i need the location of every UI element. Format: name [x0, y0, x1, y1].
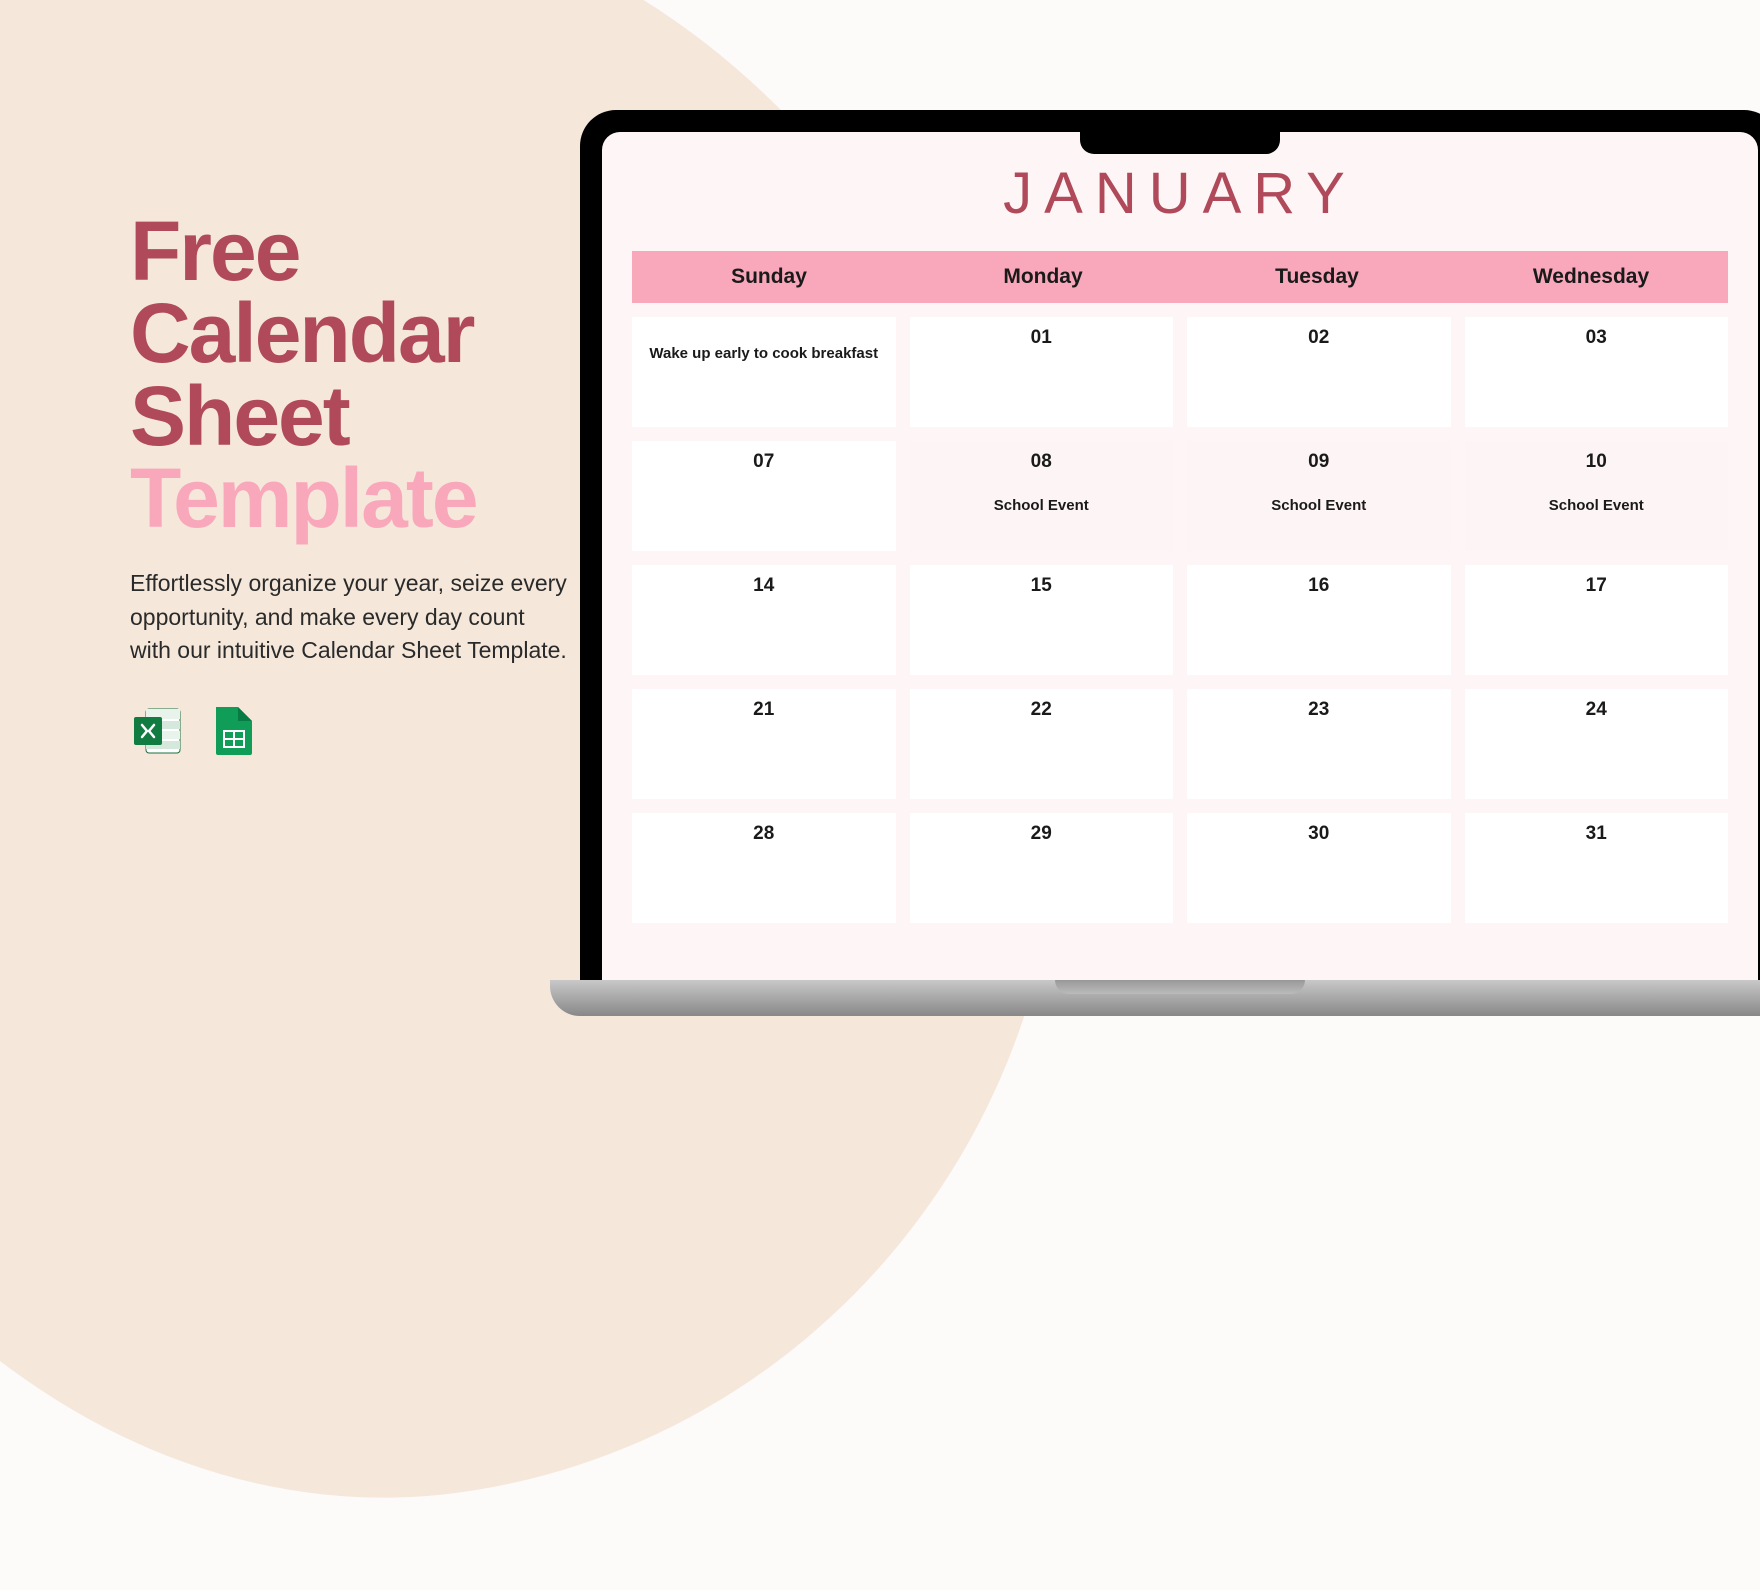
day-cell: 24	[1465, 689, 1729, 799]
promo-panel: Free Calendar Sheet Template Effortlessl…	[130, 210, 570, 759]
day-number: 16	[1308, 575, 1329, 597]
day-cell: 28	[632, 813, 896, 923]
laptop-screen-bezel: JANUARY Sunday Monday Tuesday Wednesday …	[580, 110, 1760, 980]
laptop-notch	[1080, 132, 1280, 154]
day-number: 31	[1586, 823, 1607, 845]
calendar-screen: JANUARY Sunday Monday Tuesday Wednesday …	[602, 132, 1758, 980]
week-row: 14 15 16 17	[632, 565, 1728, 675]
week-row: 21 22 23 24	[632, 689, 1728, 799]
day-event: Wake up early to cook breakfast	[649, 345, 878, 362]
day-number: 21	[753, 699, 774, 721]
promo-title: Free Calendar Sheet Template	[130, 210, 570, 539]
calendar-grid: Wake up early to cook breakfast 01 02 03 07 0…	[602, 303, 1758, 923]
day-cell: 01	[910, 317, 1174, 427]
day-number: 09	[1308, 451, 1329, 473]
title-line-2: Calendar	[130, 292, 570, 374]
day-cell: 29	[910, 813, 1174, 923]
weekday-wednesday: Wednesday	[1454, 251, 1728, 303]
day-number: 01	[1031, 327, 1052, 349]
day-number: 17	[1586, 575, 1607, 597]
title-line-3: Sheet	[130, 375, 570, 457]
weekday-sunday: Sunday	[632, 251, 906, 303]
day-number: 02	[1308, 327, 1329, 349]
day-number: 14	[753, 575, 774, 597]
title-line-4: Template	[130, 457, 570, 539]
day-cell: Wake up early to cook breakfast	[632, 317, 896, 427]
day-cell: 31	[1465, 813, 1729, 923]
laptop-base	[550, 980, 1760, 1016]
google-sheets-icon	[204, 703, 260, 759]
day-number: 28	[753, 823, 774, 845]
day-number: 22	[1031, 699, 1052, 721]
day-cell: 23	[1187, 689, 1451, 799]
day-event: School Event	[994, 497, 1089, 514]
day-number: 29	[1031, 823, 1052, 845]
day-event: School Event	[1549, 497, 1644, 514]
day-number: 10	[1586, 451, 1607, 473]
day-number: 07	[753, 451, 774, 473]
day-event: School Event	[1271, 497, 1366, 514]
title-line-1: Free	[130, 210, 570, 292]
weekday-tuesday: Tuesday	[1180, 251, 1454, 303]
day-cell: 09 School Event	[1187, 441, 1451, 551]
day-number: 30	[1308, 823, 1329, 845]
week-row: 28 29 30 31	[632, 813, 1728, 923]
day-number: 23	[1308, 699, 1329, 721]
format-icons-row	[130, 703, 570, 759]
day-cell: 03	[1465, 317, 1729, 427]
day-number: 15	[1031, 575, 1052, 597]
week-row: 07 08 School Event 09 School Event 10 School E…	[632, 441, 1728, 551]
day-cell: 15	[910, 565, 1174, 675]
day-number: 03	[1586, 327, 1607, 349]
day-cell: 16	[1187, 565, 1451, 675]
day-number: 08	[1031, 451, 1052, 473]
day-cell: 21	[632, 689, 896, 799]
day-cell: 07	[632, 441, 896, 551]
day-cell: 17	[1465, 565, 1729, 675]
day-number: 24	[1586, 699, 1607, 721]
day-cell: 08 School Event	[910, 441, 1174, 551]
day-cell: 22	[910, 689, 1174, 799]
weekday-header-row: Sunday Monday Tuesday Wednesday	[632, 251, 1728, 303]
day-cell: 14	[632, 565, 896, 675]
promo-description: Effortlessly organize your year, seize e…	[130, 567, 570, 667]
week-row: Wake up early to cook breakfast 01 02 03	[632, 317, 1728, 427]
day-cell: 02	[1187, 317, 1451, 427]
laptop-mockup: JANUARY Sunday Monday Tuesday Wednesday …	[580, 110, 1760, 1016]
excel-icon	[130, 703, 186, 759]
weekday-monday: Monday	[906, 251, 1180, 303]
day-cell: 10 School Event	[1465, 441, 1729, 551]
day-cell: 30	[1187, 813, 1451, 923]
month-title: JANUARY	[602, 160, 1758, 227]
